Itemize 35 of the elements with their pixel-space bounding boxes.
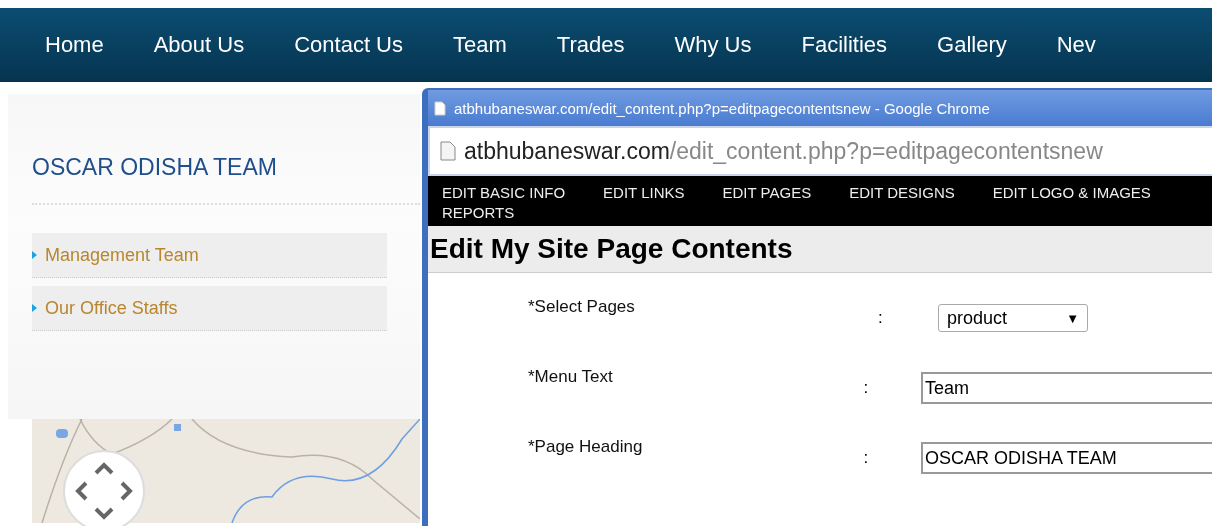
nav-link[interactable]: Facilities	[801, 32, 888, 58]
nav-link[interactable]: About Us	[153, 32, 245, 58]
nav-link[interactable]: Gallery	[937, 32, 1007, 58]
page-heading: Edit My Site Page Contents	[428, 226, 1212, 273]
input-field[interactable]: OSCAR ODISHA TEAM	[921, 442, 1212, 474]
page-icon	[434, 100, 446, 116]
field-label: *Menu Text	[528, 367, 614, 387]
menu-link[interactable]: EDIT DESIGNS	[849, 184, 955, 202]
triangle-icon	[32, 304, 37, 312]
separator-text: :	[863, 448, 870, 468]
page-select[interactable]: product ▼	[938, 304, 1088, 332]
field-label: *Select Pages	[528, 297, 636, 317]
menu-link[interactable]: EDIT BASIC INFO	[442, 184, 566, 202]
nav-link[interactable]: Why Us	[674, 32, 752, 58]
separator-text: :	[863, 378, 870, 398]
sidebar-title: OSCAR ODISHA TEAM	[32, 154, 278, 181]
nav-link[interactable]: Team	[453, 32, 507, 58]
input-field[interactable]: Team	[921, 372, 1212, 404]
menu-link[interactable]: EDIT PAGES	[722, 184, 812, 202]
triangle-icon	[32, 251, 37, 259]
field-label: *Page Heading	[528, 437, 644, 457]
menu-link[interactable]: EDIT LINKS	[603, 184, 685, 202]
url-host: atbhubaneswar.com	[464, 137, 670, 165]
nav-link[interactable]: Contact Us	[294, 32, 403, 58]
nav-link[interactable]: Home	[45, 32, 104, 58]
pan-control[interactable]	[62, 449, 146, 526]
window-title: atbhubaneswar.com/edit_content.php?p=editpagecontentsnew - Google Chrome	[454, 99, 990, 117]
url-path: /edit_content.php?p=editpagecontentsnew	[669, 137, 1103, 165]
menu-link[interactable]: REPORTS	[442, 204, 515, 222]
nav-link[interactable]: Trades	[556, 32, 625, 58]
menu-link[interactable]: EDIT LOGO & IMAGES	[992, 184, 1151, 202]
separator-text: :	[878, 308, 884, 328]
page-icon	[440, 141, 456, 161]
nav-link[interactable]: Nev	[1056, 32, 1096, 58]
address-bar[interactable]: atbhubaneswar.com/edit_content.php?p=editpagecontentsnew	[428, 126, 1212, 176]
